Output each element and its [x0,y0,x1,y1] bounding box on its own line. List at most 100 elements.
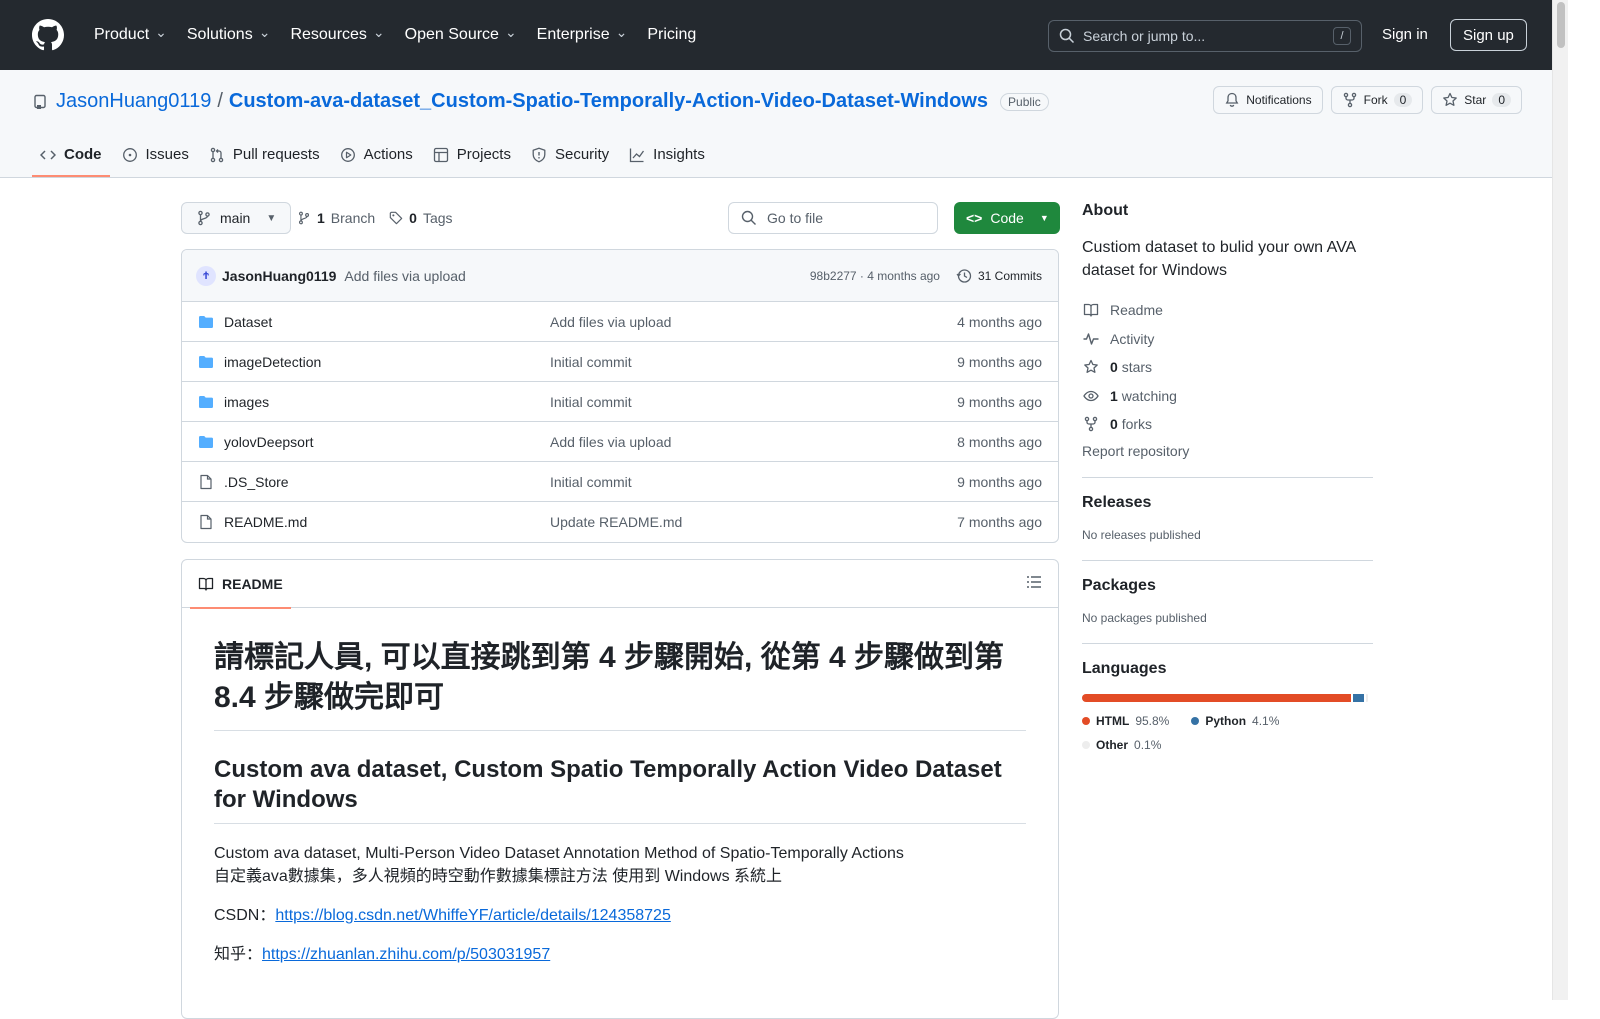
tags-link[interactable]: 0 Tags [389,210,453,226]
file-name-link[interactable]: README.md [224,514,550,530]
file-name-link[interactable]: imageDetection [224,354,550,370]
tab-actions[interactable]: Actions [332,138,421,175]
search-shortcut: / [1333,27,1351,45]
file-name-link[interactable]: Dataset [224,314,550,330]
commit-message[interactable]: Add files via upload [344,268,465,284]
sign-up-button[interactable]: Sign up [1450,19,1527,51]
activity-link[interactable]: Activity [1082,325,1373,354]
language-item-python[interactable]: Python 4.1% [1191,714,1279,728]
search-icon [1059,28,1075,44]
chevron-down-icon: ⌄ [615,23,628,40]
repo-separator: / [217,90,223,112]
star-count: 0 [1492,93,1511,107]
language-item-other[interactable]: Other 0.1% [1082,738,1373,752]
forks-link[interactable]: 0 forks [1082,410,1373,439]
branch-selector[interactable]: main ▼ [181,202,292,234]
tab-pull-requests[interactable]: Pull requests [201,138,328,175]
code-button[interactable]: <> Code ▼ [954,202,1060,234]
file-commit-date: 9 months ago [957,473,1042,490]
readme-link[interactable]: Readme [1082,296,1373,325]
csdn-link[interactable]: https://blog.csdn.net/WhiffeYF/article/d… [275,907,671,924]
tab-insights[interactable]: Insights [621,138,713,175]
nav-item-resources[interactable]: Resources ⌄ [282,18,392,52]
commits-link[interactable]: 31 Commits [956,268,1042,284]
packages-title[interactable]: Packages [1082,577,1373,595]
nav-item-enterprise[interactable]: Enterprise ⌄ [529,18,636,52]
nav-item-product[interactable]: Product ⌄ [86,18,175,52]
repo-header: JasonHuang0119 / Custom-ava-dataset_Cust… [0,70,1552,178]
global-header: Product ⌄ Solutions ⌄ Resources ⌄ Open Source ⌄… [0,0,1552,70]
readme-tab-label: README [222,575,283,592]
watching-link[interactable]: 1 watching [1082,382,1373,411]
commit-hash-time[interactable]: 98b2277 · 4 months ago [810,269,940,283]
branch-bar: main ▼ 1 Branch 0 Tags Go to file <> Cod… [181,202,1060,234]
file-name-link[interactable]: images [224,394,550,410]
file-row: README.md Update README.md 7 months ago [182,502,1058,542]
commit-author[interactable]: JasonHuang0119 [222,268,336,284]
file-commit-message[interactable]: Update README.md [550,514,682,530]
file-commit-date: 9 months ago [957,353,1042,370]
file-commit-message[interactable]: Add files via upload [550,434,671,450]
branch-icon [298,211,310,225]
nav-item-open-source[interactable]: Open Source ⌄ [397,18,525,52]
tab-label: Pull requests [232,146,320,163]
github-logo-icon[interactable] [32,19,64,51]
search-icon [741,210,756,225]
file-row: images Initial commit 9 months ago [182,382,1058,422]
language-item-html[interactable]: HTML 95.8% [1082,714,1169,728]
tab-issues[interactable]: Issues [114,138,197,175]
forks-label: forks [1121,416,1153,433]
nav-item-solutions[interactable]: Solutions ⌄ [179,18,279,52]
nav-item-pricing[interactable]: Pricing [639,18,704,52]
eye-icon [1082,388,1100,404]
folder-icon [198,354,216,370]
branch-icon [198,210,210,226]
file-commit-message[interactable]: Add files via upload [550,314,671,330]
file-name-link[interactable]: .DS_Store [224,474,550,490]
sign-in-link[interactable]: Sign in [1382,26,1428,43]
star-button[interactable]: Star 0 [1431,86,1522,114]
scrollbar-thumb[interactable] [1557,2,1565,48]
page-scrollbar[interactable] [1552,0,1568,1000]
file-commit-date: 4 months ago [957,313,1042,330]
go-to-file-input[interactable]: Go to file [728,202,938,234]
file-commit-message[interactable]: Initial commit [550,354,632,370]
tab-security[interactable]: Security [523,138,617,175]
repo-sidebar: About Custiom dataset to bulid your own … [1082,202,1373,752]
file-commit-message[interactable]: Initial commit [550,474,632,490]
language-name: HTML [1096,713,1130,728]
stars-label: stars [1121,359,1153,376]
file-row: imageDetection Initial commit 9 months ago [182,342,1058,382]
file-commit-message[interactable]: Initial commit [550,394,632,410]
file-commit-date: 7 months ago [957,514,1042,530]
chevron-down-icon: ⌄ [504,23,517,40]
language-color-dot [1082,740,1090,749]
language-percent: 95.8% [1135,713,1170,728]
pull-request-icon [209,147,225,163]
chevron-down-icon: ⌄ [155,23,167,40]
readme-paragraph-line: 自定義ava數據集，多人視頻的時空動作數據集標註方法 使用到 Windows 系… [214,868,783,885]
releases-title[interactable]: Releases [1082,494,1373,512]
chevron-down-icon: ⌄ [258,23,271,40]
tab-projects[interactable]: Projects [425,138,519,175]
visibility-badge: Public [1000,92,1049,111]
repo-name-link[interactable]: Custom-ava-dataset_Custom-Spatio-Tempora… [229,90,988,113]
repo-owner-link[interactable]: JasonHuang0119 [56,90,211,113]
tab-code[interactable]: Code [32,138,110,177]
file-name-link[interactable]: yolovDeepsort [224,434,550,450]
readme-tab[interactable]: README [190,560,291,609]
divider [1082,476,1373,478]
readme-csdn-line: CSDN：https://blog.csdn.net/WhiffeYF/arti… [214,904,1026,927]
nav-item-label: Solutions [186,26,253,43]
report-repository-link[interactable]: Report repository [1082,443,1373,459]
zhihu-link[interactable]: https://zhuanlan.zhihu.com/p/503031957 [262,946,550,963]
search-input[interactable]: Search or jump to... / [1048,20,1362,52]
avatar[interactable]: Ϯ [196,265,216,286]
notifications-button[interactable]: Notifications [1213,86,1323,114]
forks-count: 0 [1110,416,1118,433]
fork-button[interactable]: Fork 0 [1330,86,1424,114]
about-title: About [1082,202,1129,219]
list-icon[interactable] [1026,574,1042,593]
branches-link[interactable]: 1 Branch [297,210,375,226]
stars-link[interactable]: 0 stars [1082,353,1373,382]
